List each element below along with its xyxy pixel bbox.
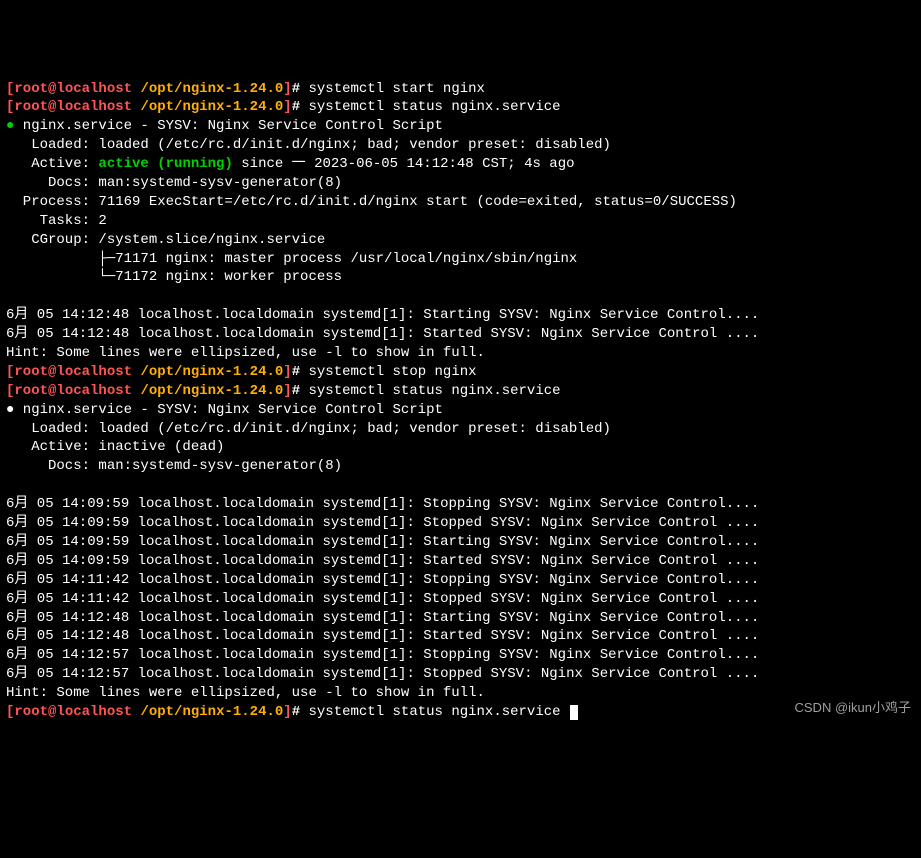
prompt-user: root: [14, 364, 48, 380]
process-line: Process: 71169 ExecStart=/etc/rc.d/init.…: [6, 194, 737, 210]
log-line: 6月 05 14:12:48 localhost.localdomain sys…: [6, 326, 759, 342]
prompt-host: localhost: [56, 704, 132, 720]
prompt-hash: #: [292, 704, 300, 720]
prompt-hash: #: [292, 383, 300, 399]
active-line: Active: inactive (dead): [6, 439, 224, 455]
cgroup-child: ├─71171 nginx: master process /usr/local…: [6, 251, 577, 267]
docs-line: Docs: man:systemd-sysv-generator(8): [6, 458, 342, 474]
prompt-path: /opt/nginx-1.24.0: [140, 99, 283, 115]
prompt: [root@localhost /opt/nginx-1.24.0]#: [6, 704, 300, 720]
terminal[interactable]: [root@localhost /opt/nginx-1.24.0]# syst…: [6, 80, 915, 722]
loaded-line: Loaded: loaded (/etc/rc.d/init.d/nginx; …: [6, 421, 611, 437]
log-line: 6月 05 14:09:59 localhost.localdomain sys…: [6, 515, 759, 531]
prompt-path: /opt/nginx-1.24.0: [140, 364, 283, 380]
log-line: 6月 05 14:12:57 localhost.localdomain sys…: [6, 647, 759, 663]
prompt-path: /opt/nginx-1.24.0: [140, 81, 283, 97]
service-title: nginx.service - SYSV: Nginx Service Cont…: [14, 118, 442, 134]
prompt-host: localhost: [56, 81, 132, 97]
prompt-hash: #: [292, 364, 300, 380]
prompt-hash: #: [292, 81, 300, 97]
active-label: Active:: [6, 156, 98, 172]
prompt-user: root: [14, 81, 48, 97]
prompt: [root@localhost /opt/nginx-1.24.0]#: [6, 81, 300, 97]
prompt-rb: ]: [283, 81, 291, 97]
log-line: 6月 05 14:12:48 localhost.localdomain sys…: [6, 307, 759, 323]
prompt-rb: ]: [283, 704, 291, 720]
prompt-path: /opt/nginx-1.24.0: [140, 383, 283, 399]
prompt-rb: ]: [283, 364, 291, 380]
command: systemctl status nginx.service: [309, 704, 561, 720]
prompt-hash: #: [292, 99, 300, 115]
log-line: 6月 05 14:12:48 localhost.localdomain sys…: [6, 610, 759, 626]
log-line: 6月 05 14:11:42 localhost.localdomain sys…: [6, 591, 759, 607]
active-rest: since 一 2023-06-05 14:12:48 CST; 4s ago: [233, 156, 575, 172]
loaded-line: Loaded: loaded (/etc/rc.d/init.d/nginx; …: [6, 137, 611, 153]
tasks-line: Tasks: 2: [6, 213, 107, 229]
docs-line: Docs: man:systemd-sysv-generator(8): [6, 175, 342, 191]
log-line: 6月 05 14:11:42 localhost.localdomain sys…: [6, 572, 759, 588]
log-line: 6月 05 14:12:57 localhost.localdomain sys…: [6, 666, 759, 682]
prompt-path: /opt/nginx-1.24.0: [140, 704, 283, 720]
hint-line: Hint: Some lines were ellipsized, use -l…: [6, 345, 485, 361]
log-line: 6月 05 14:09:59 localhost.localdomain sys…: [6, 553, 759, 569]
prompt-user: root: [14, 704, 48, 720]
log-line: 6月 05 14:09:59 localhost.localdomain sys…: [6, 496, 759, 512]
hint-line: Hint: Some lines were ellipsized, use -l…: [6, 685, 485, 701]
command: systemctl stop nginx: [309, 364, 477, 380]
cgroup-child: └─71172 nginx: worker process: [6, 269, 342, 285]
command: systemctl status nginx.service: [309, 383, 561, 399]
prompt-host: localhost: [56, 364, 132, 380]
cursor-icon: [570, 705, 578, 720]
prompt-host: localhost: [56, 99, 132, 115]
command: systemctl start nginx: [309, 81, 485, 97]
prompt-rb: ]: [283, 383, 291, 399]
prompt-host: localhost: [56, 383, 132, 399]
service-title: nginx.service - SYSV: Nginx Service Cont…: [14, 402, 442, 418]
watermark: CSDN @ikun小鸡子: [795, 699, 912, 717]
prompt-rb: ]: [283, 99, 291, 115]
prompt: [root@localhost /opt/nginx-1.24.0]#: [6, 99, 300, 115]
cgroup-line: CGroup: /system.slice/nginx.service: [6, 232, 325, 248]
prompt: [root@localhost /opt/nginx-1.24.0]#: [6, 364, 300, 380]
active-word: active: [98, 156, 148, 172]
log-line: 6月 05 14:12:48 localhost.localdomain sys…: [6, 628, 759, 644]
command: systemctl status nginx.service: [309, 99, 561, 115]
prompt-user: root: [14, 383, 48, 399]
running-word: (running): [149, 156, 233, 172]
prompt: [root@localhost /opt/nginx-1.24.0]#: [6, 383, 300, 399]
log-line: 6月 05 14:09:59 localhost.localdomain sys…: [6, 534, 759, 550]
prompt-user: root: [14, 99, 48, 115]
